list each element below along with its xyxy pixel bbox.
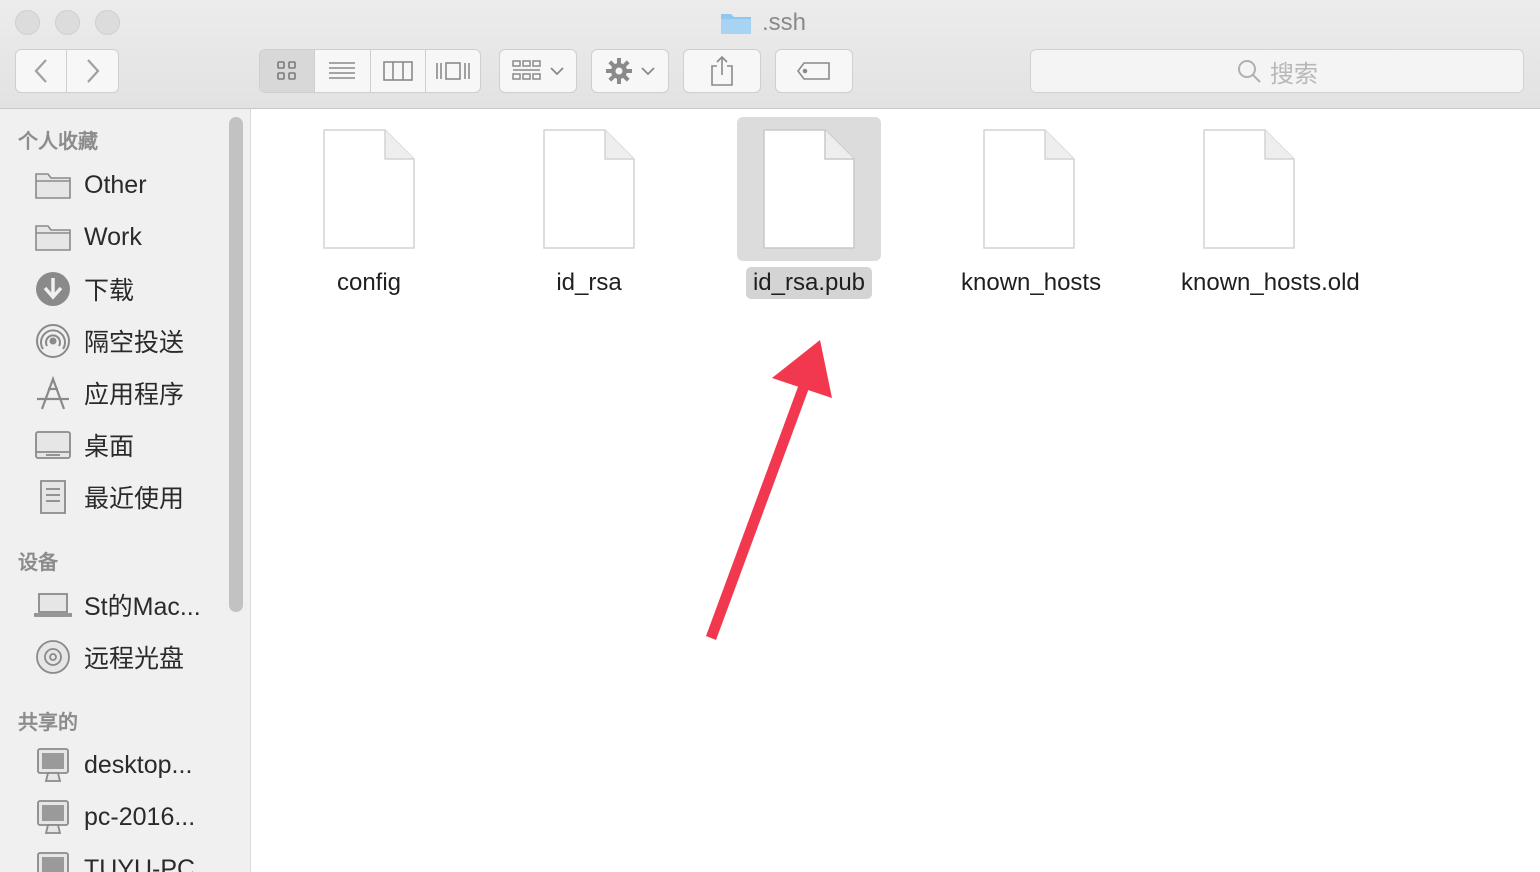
sidebar-item-label: 远程光盘 <box>84 645 185 673</box>
file-item-id-rsa-pub[interactable]: id_rsa.pub <box>734 117 884 299</box>
view-mode-control <box>259 49 481 93</box>
sidebar-item-airdrop[interactable]: 隔空投送 <box>34 321 184 361</box>
document-icon <box>543 129 635 249</box>
sidebar-section-shared: 共享的 <box>18 712 78 734</box>
download-icon <box>34 272 72 306</box>
sidebar-item-label: Other <box>84 170 147 199</box>
sidebar-item-label: 隔空投送 <box>84 329 185 357</box>
sidebar-item-label: 最近使用 <box>84 485 185 513</box>
document-icon <box>763 129 855 249</box>
icon-grid-icon <box>277 61 296 80</box>
search-placeholder: 搜索 <box>1270 60 1318 88</box>
folder-icon <box>34 220 72 254</box>
sidebar-item-label: pc-2016... <box>84 802 196 831</box>
sidebar-section-devices: 设备 <box>18 552 58 574</box>
document-icon <box>323 129 415 249</box>
close-window-button[interactable] <box>15 10 40 35</box>
monitor-icon <box>34 852 72 872</box>
sidebar-item-label: Work <box>84 222 142 251</box>
sidebar-item-label: TUYU-PC <box>84 854 196 872</box>
icon-view-button[interactable] <box>260 50 316 92</box>
arrange-button[interactable] <box>499 49 577 93</box>
sidebar-item-applications[interactable]: 应用程序 <box>34 373 184 413</box>
action-button[interactable] <box>591 49 669 93</box>
chevron-down-icon <box>550 67 564 76</box>
gear-icon <box>606 58 632 84</box>
sidebar-item-remote-disc[interactable]: 远程光盘 <box>34 637 184 677</box>
document-icon <box>1203 129 1295 249</box>
arrange-grid-icon <box>512 60 541 80</box>
desktop-icon <box>34 428 72 462</box>
cover-flow-icon <box>436 62 470 80</box>
window-title: .ssh <box>720 6 806 40</box>
sidebar: 个人收藏 Other Work 下载 隔空投送 应用程序 桌面 最近使用 设备 … <box>0 109 251 872</box>
sidebar-item-label: 桌面 <box>84 433 135 461</box>
file-item-known-hosts-old[interactable]: known_hosts.old <box>1174 117 1360 299</box>
sidebar-item-label: St的Mac... <box>84 593 201 621</box>
sidebar-item-shared-tuyu[interactable]: TUYU-PC <box>34 849 195 872</box>
sidebar-section-favorites: 个人收藏 <box>18 131 98 153</box>
back-button[interactable] <box>15 49 67 93</box>
minimize-window-button[interactable] <box>55 10 80 35</box>
chevron-right-icon <box>86 59 99 83</box>
sidebar-item-other[interactable]: Other <box>34 165 147 205</box>
file-name: known_hosts <box>961 269 1102 296</box>
file-item-config[interactable]: config <box>294 117 444 299</box>
sidebar-item-label: 下载 <box>84 277 135 305</box>
list-view-button[interactable] <box>315 50 371 92</box>
sidebar-item-recents[interactable]: 最近使用 <box>34 477 184 517</box>
monitor-icon <box>34 800 72 834</box>
file-thumbnail-selected <box>737 117 881 261</box>
file-thumbnail <box>957 117 1101 261</box>
tags-button[interactable] <box>775 49 853 93</box>
file-thumbnail <box>517 117 661 261</box>
sidebar-item-work[interactable]: Work <box>34 217 142 257</box>
laptop-icon <box>34 588 72 622</box>
file-name: known_hosts.old <box>1181 269 1360 296</box>
airdrop-icon <box>34 324 72 358</box>
window-title-text: .ssh <box>762 9 807 36</box>
document-icon <box>983 129 1075 249</box>
file-item-id-rsa[interactable]: id_rsa <box>514 117 664 299</box>
forward-button[interactable] <box>66 49 119 93</box>
share-button[interactable] <box>683 49 761 93</box>
sidebar-item-downloads[interactable]: 下载 <box>34 269 134 309</box>
chevron-down-icon <box>641 67 655 76</box>
monitor-icon <box>34 748 72 782</box>
file-name: id_rsa <box>556 269 622 296</box>
folder-icon <box>34 168 72 202</box>
sidebar-item-label: 应用程序 <box>84 381 185 409</box>
sidebar-item-mac[interactable]: St的Mac... <box>34 585 201 625</box>
sidebar-item-shared-pc[interactable]: pc-2016... <box>34 797 195 837</box>
applications-icon <box>34 375 72 410</box>
file-name: id_rsa.pub <box>745 267 873 299</box>
sidebar-item-shared-desktop[interactable]: desktop... <box>34 745 192 785</box>
sidebar-item-label: desktop... <box>84 750 193 779</box>
share-icon <box>711 55 733 86</box>
chevron-left-icon <box>34 59 47 83</box>
search-field[interactable]: 搜索 <box>1030 49 1524 93</box>
column-view-button[interactable] <box>371 50 426 92</box>
zoom-window-button[interactable] <box>95 10 120 35</box>
file-icon-view: config id_rsa id_rsa.pub known_hosts kno… <box>251 109 1540 872</box>
columns-icon <box>382 61 413 81</box>
file-item-known-hosts[interactable]: known_hosts <box>954 117 1104 299</box>
disc-icon <box>34 640 72 674</box>
file-name: config <box>336 269 402 296</box>
cover-flow-view-button[interactable] <box>426 50 480 92</box>
search-icon <box>1238 60 1261 83</box>
recents-icon <box>34 480 72 514</box>
file-thumbnail <box>297 117 441 261</box>
sidebar-item-desktop[interactable]: 桌面 <box>34 425 134 465</box>
list-icon <box>329 62 356 79</box>
toolbar: .ssh 搜索 <box>0 0 1540 109</box>
tag-icon <box>797 62 830 80</box>
sidebar-scrollbar[interactable] <box>229 117 243 612</box>
folder-icon <box>720 11 752 35</box>
file-thumbnail <box>1177 117 1321 261</box>
